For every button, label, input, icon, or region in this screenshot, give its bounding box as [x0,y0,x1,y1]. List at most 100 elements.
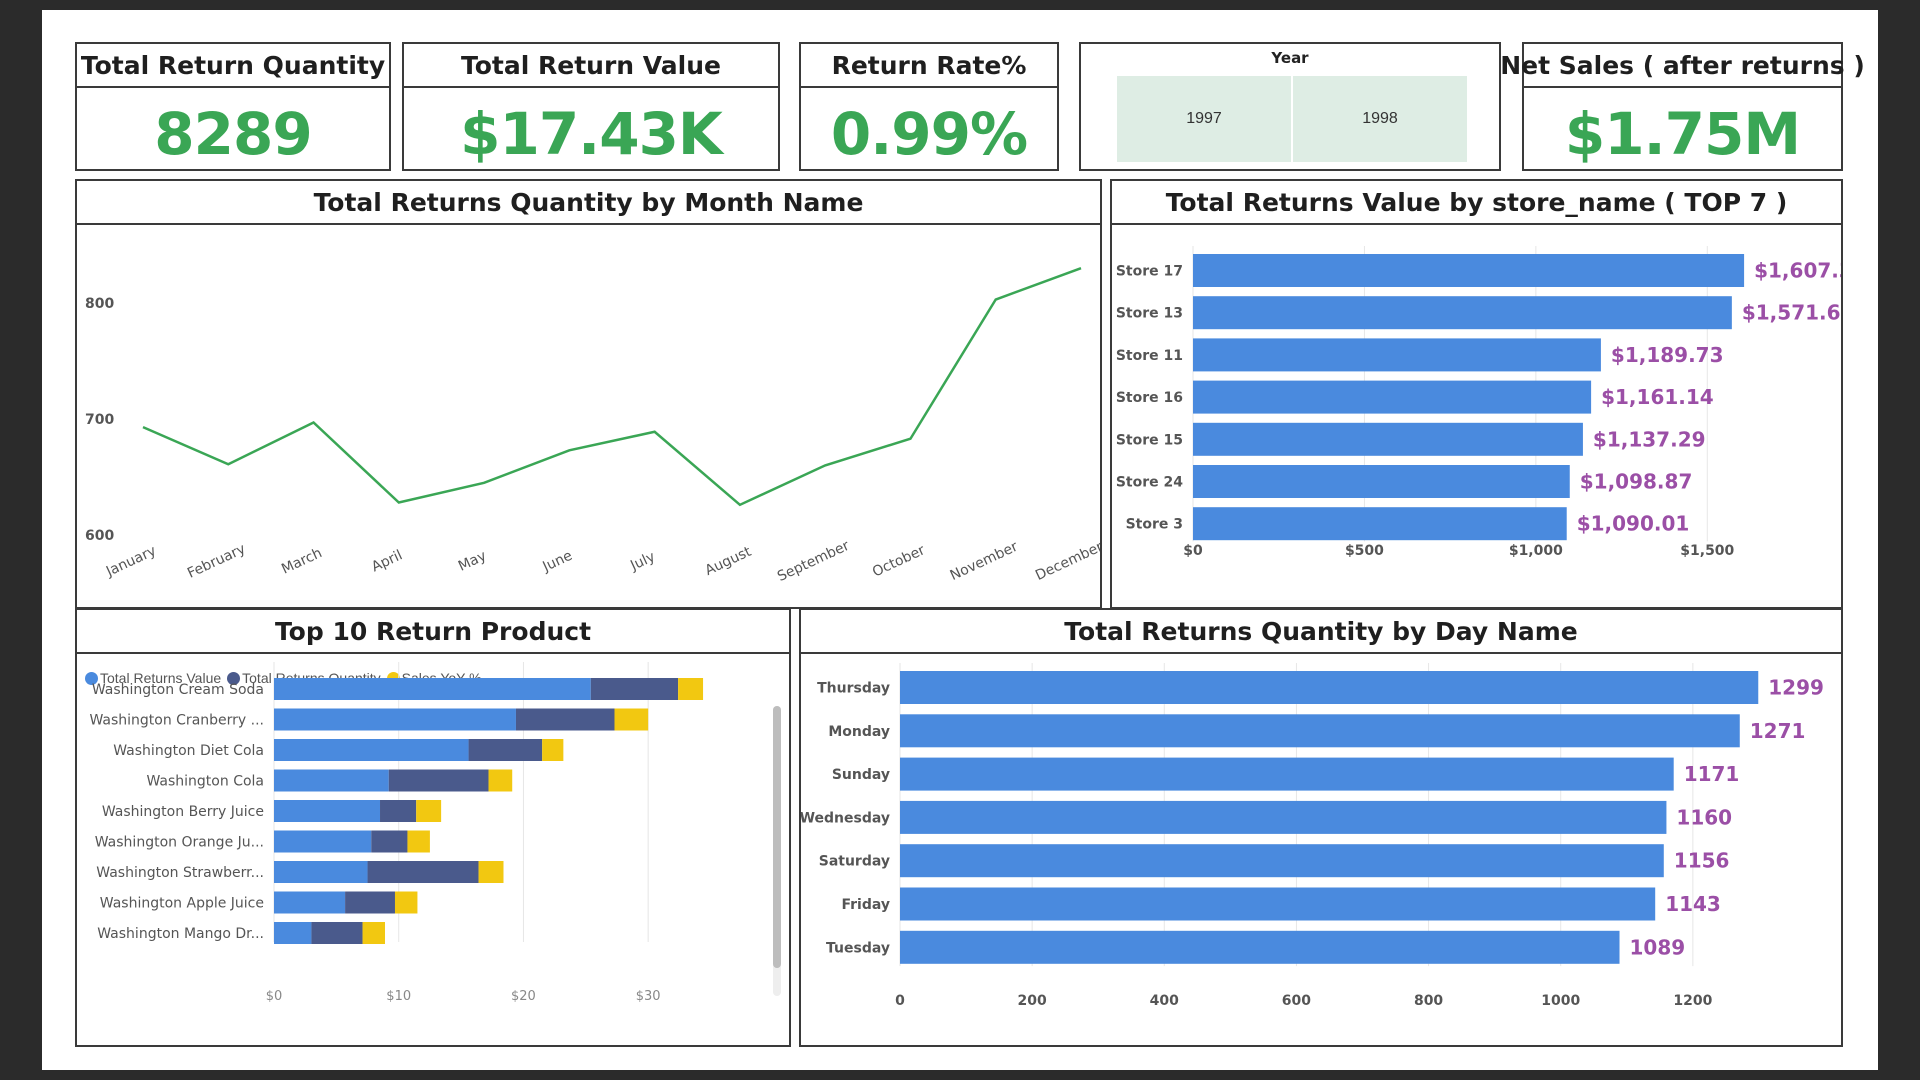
y-tick-label: Store 11 [1116,348,1183,364]
x-tick-label: 800 [1414,993,1443,1009]
kpi-card-net-sales: Net Sales ( after returns ) $1.75M [1500,42,1865,171]
y-tick-label: Friday [841,897,890,913]
y-tick-label: Thursday [817,681,890,697]
kpi-value: 0.99% [830,100,1028,168]
kpi-title: Total Return Quantity [77,44,389,88]
bar-segment [274,830,372,853]
bar-segment [345,891,395,914]
x-tick-label: July [627,549,657,575]
slicer-option-1998[interactable]: 1998 [1293,76,1467,162]
y-tick-label: Store 17 [1116,264,1183,280]
bar-segment [388,769,489,792]
bar-segment [371,830,408,853]
chart-scrollbar[interactable] [773,706,781,996]
y-tick-label: Tuesday [826,940,890,956]
bar-segment [380,800,417,822]
x-tick-label: $500 [1345,543,1384,559]
y-tick-label: Washington Cranberry ... [89,713,264,729]
store-bar-chart: $0 $500 $1,000 $1,500 Store 17 $1,607.36 Store… [1116,246,1867,559]
x-tick-label: $30 [636,989,661,1004]
x-tick-label: December [1033,539,1100,584]
x-tick-label: 400 [1150,993,1179,1009]
bar-segment [367,861,479,883]
bar-segment [274,922,312,944]
x-tick-label: November [948,539,1021,584]
data-label: $1,607.36 [1754,259,1841,283]
x-tick-label: September [775,538,852,585]
chart-title: Total Returns Value by store_name ( TOP … [1112,181,1841,225]
y-tick-label: Store 16 [1116,390,1183,406]
store-bar-chart-card: Total Returns Value by store_name ( TOP … [1110,179,1867,609]
bar [1193,338,1601,372]
data-label: 1089 [1630,935,1686,959]
bar-segment [590,678,679,700]
data-label: 1143 [1665,892,1721,916]
y-tick-label: Sunday [832,767,890,783]
bar-segment [274,891,346,914]
bar-segment [678,678,704,700]
bar-segment [542,739,564,761]
y-tick-label: Wednesday [801,810,890,826]
x-tick-label: $20 [511,989,536,1004]
x-tick-label: April [369,547,405,575]
bar-segment [362,922,386,944]
bar-segment [488,769,513,792]
x-tick-label: 200 [1018,993,1047,1009]
x-tick-label: June [540,548,575,576]
month-line-chart-card: Total Returns Quantity by Month Name 600… [75,179,1106,609]
bar-segment [515,708,615,731]
x-tick-label: February [185,541,248,582]
y-tick-label: Washington Strawberr... [96,865,264,881]
data-label: 1299 [1768,676,1824,700]
bar-segment [274,739,469,761]
chart-title: Total Returns Quantity by Month Name [77,181,1100,225]
data-label: 1160 [1676,805,1732,829]
bar [1193,507,1567,541]
bar [1193,422,1583,456]
bar-segment [614,708,649,731]
x-tick-label: October [870,542,928,580]
slicer-options: 1997 1998 [1117,76,1467,162]
bar-segment [407,830,430,853]
y-tick-label: 700 [85,412,114,428]
kpi-value: $1.75M [1564,100,1801,168]
x-tick-label: $10 [386,989,411,1004]
y-tick-label: 800 [85,296,114,312]
bar [900,930,1620,964]
y-tick-label: 600 [85,528,114,544]
slicer-option-1997[interactable]: 1997 [1117,76,1291,162]
x-tick-label: 0 [895,993,905,1009]
month-line-chart: 600 700 800 January February March April May Jun… [85,267,1106,585]
bar-segment [274,800,381,822]
y-tick-label: Store 13 [1116,306,1183,322]
y-tick-label: Washington Cola [146,774,264,790]
kpi-card-return-value: Total Return Value $17.43K [402,42,780,171]
x-tick-label: 1000 [1541,993,1580,1009]
x-tick-label: January [103,543,159,580]
scrollbar-thumb[interactable] [773,706,781,968]
bar [1193,296,1732,330]
bar [1193,380,1592,414]
x-tick-label: $1,500 [1680,543,1734,559]
bar [900,714,1740,748]
y-tick-label: Washington Berry Juice [102,804,264,820]
bar-segment [468,739,543,761]
product-bar-chart-card: Top 10 Return Product Total Returns Valu… [75,608,791,1047]
y-tick-label: Washington Apple Juice [100,896,264,912]
y-tick-label: Saturday [819,854,890,870]
bar-segment [416,800,442,822]
x-tick-label: 600 [1282,993,1311,1009]
kpi-title: Net Sales ( after returns ) [1500,44,1865,88]
bar [900,887,1656,921]
slicer-title: Year [1271,49,1309,67]
kpi-value: 8289 [154,100,312,168]
bar [1193,465,1570,498]
x-tick-label: $0 [1183,543,1203,559]
bar-segment [274,678,591,700]
data-label: 1271 [1750,719,1806,743]
bar-segment [274,861,368,883]
kpi-card-return-quantity: Total Return Quantity 8289 [75,42,391,171]
bar-segment [274,769,389,792]
data-label: $1,090.01 [1577,512,1690,536]
y-tick-label: Store 24 [1116,475,1183,491]
